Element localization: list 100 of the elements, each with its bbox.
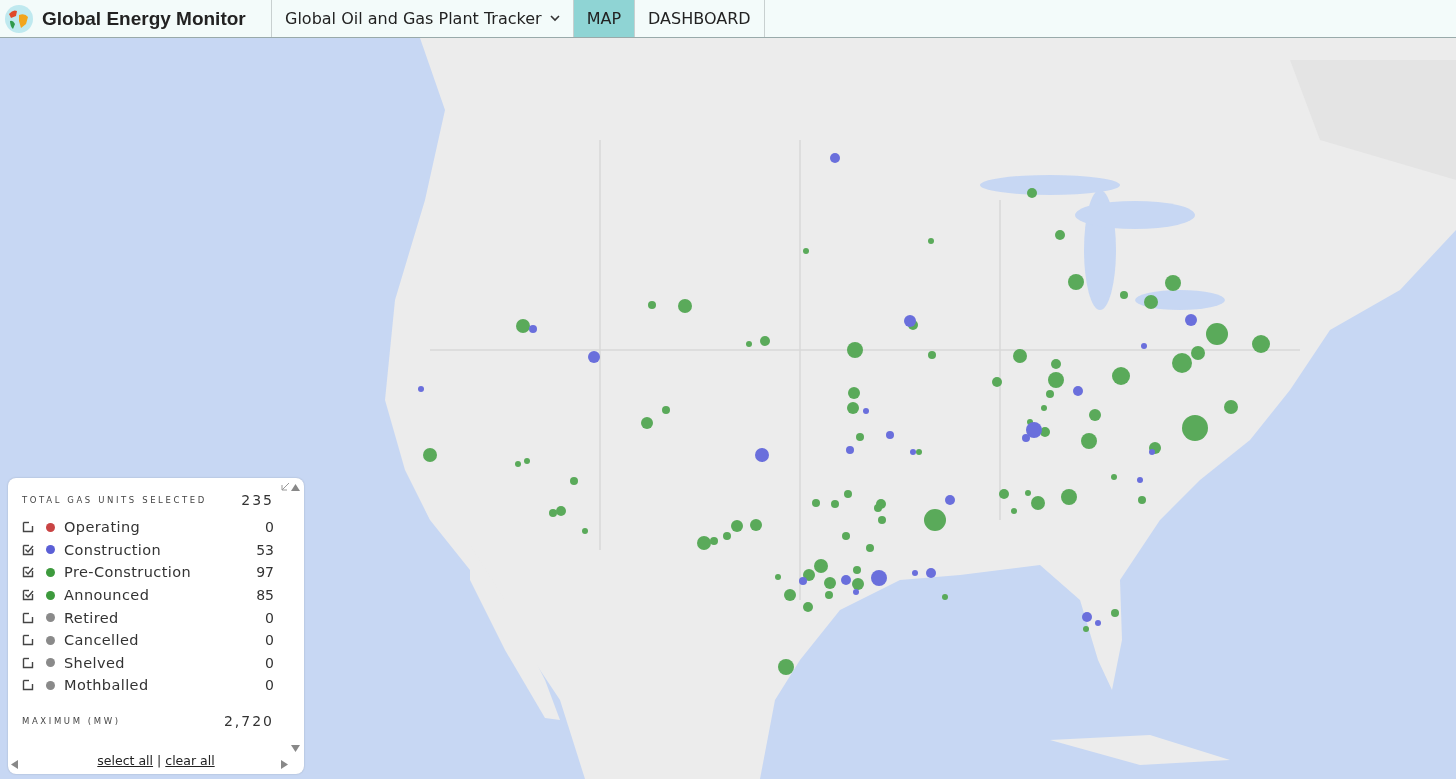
map-marker[interactable] [723,532,731,540]
map-marker[interactable] [1111,609,1119,617]
checkbox[interactable] [22,543,34,556]
map-marker[interactable] [515,461,521,467]
map-marker[interactable] [1224,400,1238,414]
checkbox[interactable] [22,634,34,647]
map-marker[interactable] [1031,496,1045,510]
map-marker[interactable] [731,520,743,532]
collapse-icon[interactable] [281,482,290,491]
map-marker[interactable] [784,589,796,601]
map-marker[interactable] [924,509,946,531]
map-marker[interactable] [803,569,815,581]
map-marker[interactable] [874,504,882,512]
map-marker[interactable] [853,589,859,595]
map-marker[interactable] [844,490,852,498]
map-marker[interactable] [1040,427,1050,437]
map-marker[interactable] [1025,490,1031,496]
map-marker[interactable] [853,566,861,574]
tracker-dropdown[interactable]: Global Oil and Gas Plant Tracker [271,0,573,37]
map-marker[interactable] [999,489,1009,499]
select-all-link[interactable]: select all [97,752,154,768]
map-marker[interactable] [755,448,769,462]
map-marker[interactable] [904,315,916,327]
map-marker[interactable] [1206,323,1228,345]
map-marker[interactable] [1046,390,1054,398]
map-marker[interactable] [778,659,794,675]
map-marker[interactable] [1141,343,1147,349]
map-marker[interactable] [799,577,807,585]
map-marker[interactable] [1051,359,1061,369]
map-marker[interactable] [912,570,918,576]
map-marker[interactable] [1191,346,1205,360]
map-marker[interactable] [697,536,711,550]
map-marker[interactable] [886,431,894,439]
map-marker[interactable] [856,433,864,441]
map-marker[interactable] [1081,433,1097,449]
map-marker[interactable] [1011,508,1017,514]
map-marker[interactable] [710,537,718,545]
map-marker[interactable] [1026,422,1042,438]
map-marker[interactable] [992,377,1002,387]
checkbox[interactable] [22,566,34,579]
map-marker[interactable] [814,559,828,573]
map-marker[interactable] [570,477,578,485]
map-marker[interactable] [1185,314,1197,326]
map-marker[interactable] [846,446,854,454]
checkbox[interactable] [22,656,34,669]
map-marker[interactable] [878,516,886,524]
map-marker[interactable] [641,417,653,429]
nav-tab[interactable]: MAP [572,0,635,37]
map-marker[interactable] [825,591,833,599]
map-marker[interactable] [852,578,864,590]
checkbox[interactable] [22,611,34,624]
map-marker[interactable] [423,448,437,462]
map-marker[interactable] [1055,230,1065,240]
map-marker[interactable] [803,248,809,254]
checkbox[interactable] [22,521,34,534]
nav-tab[interactable]: DASHBOARD [634,0,764,37]
map-marker[interactable] [1068,274,1084,290]
map-marker[interactable] [556,506,566,516]
map-marker[interactable] [926,568,936,578]
map-marker[interactable] [847,342,863,358]
map-marker[interactable] [588,351,600,363]
map-marker[interactable] [1095,620,1101,626]
scroll-down-icon[interactable] [291,745,300,752]
map-marker[interactable] [866,544,874,552]
map-marker[interactable] [1111,474,1117,480]
map-marker[interactable] [842,532,850,540]
scroll-up-icon[interactable] [291,484,300,491]
map-marker[interactable] [1172,353,1192,373]
map-marker[interactable] [942,594,948,600]
scroll-left-icon[interactable] [11,760,18,769]
map-marker[interactable] [418,386,424,392]
map-marker[interactable] [824,577,836,589]
map-marker[interactable] [516,319,530,333]
map-marker[interactable] [871,570,887,586]
map-marker[interactable] [830,153,840,163]
map-marker[interactable] [945,495,955,505]
map-marker[interactable] [1252,335,1270,353]
clear-all-link[interactable]: clear all [165,752,215,768]
scroll-right-icon[interactable] [281,760,288,769]
map-marker[interactable] [848,387,860,399]
map-marker[interactable] [1112,367,1130,385]
map-marker[interactable] [1138,496,1146,504]
map-marker[interactable] [847,402,859,414]
map-marker[interactable] [1149,449,1155,455]
map-marker[interactable] [746,341,752,347]
map-marker[interactable] [678,299,692,313]
map-marker[interactable] [812,499,820,507]
map-marker[interactable] [549,509,557,517]
map-marker[interactable] [760,336,770,346]
map-marker[interactable] [1041,405,1047,411]
map-marker[interactable] [529,325,537,333]
map-marker[interactable] [916,449,922,455]
map-marker[interactable] [928,238,934,244]
map-marker[interactable] [863,408,869,414]
map-marker[interactable] [1013,349,1027,363]
map-marker[interactable] [1073,386,1083,396]
map-marker[interactable] [524,458,530,464]
map-marker[interactable] [1137,477,1143,483]
map-marker[interactable] [1061,489,1077,505]
checkbox[interactable] [22,589,34,602]
